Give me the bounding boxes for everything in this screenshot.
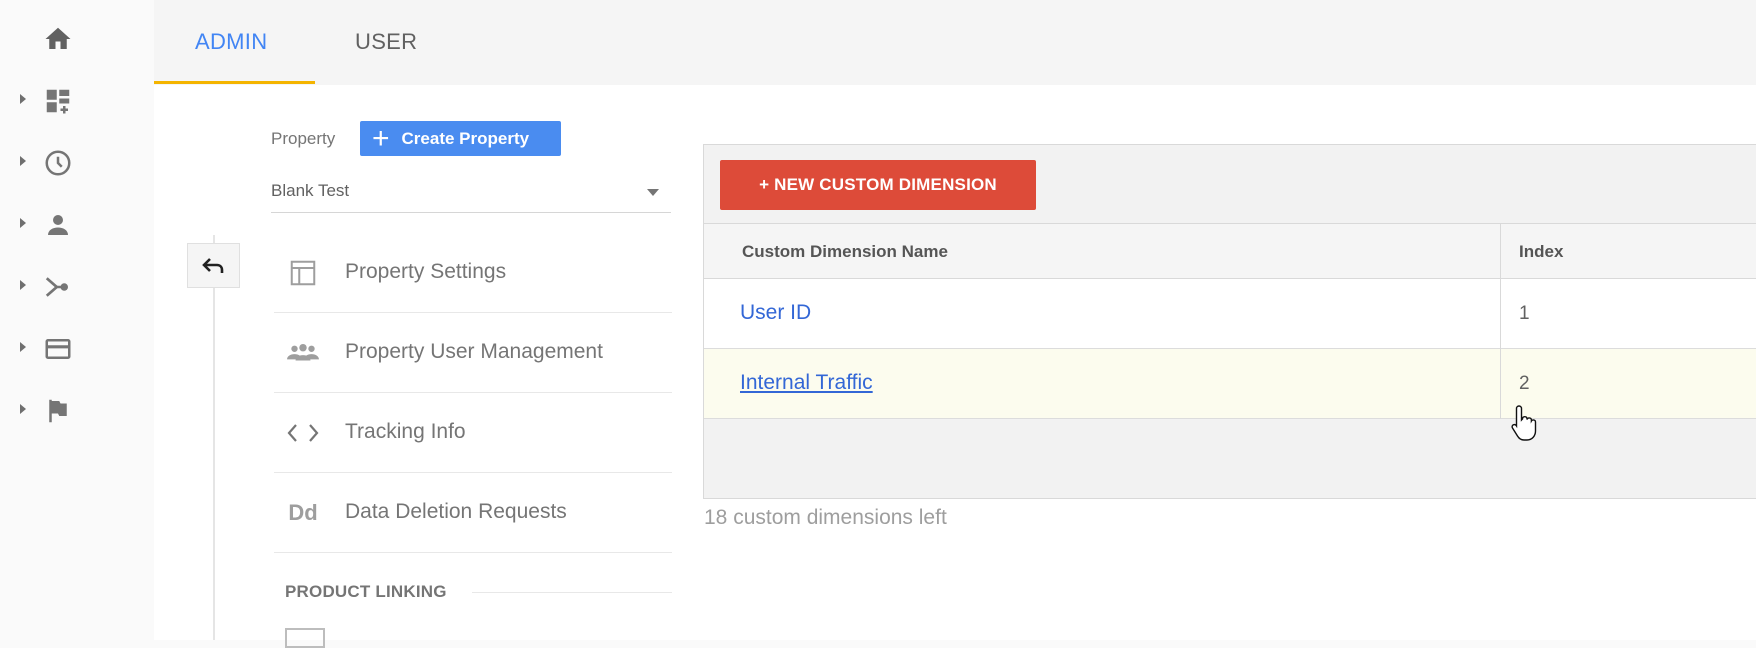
nav-item-label: Data Deletion Requests bbox=[345, 500, 567, 523]
nav-item-label: Property User Management bbox=[345, 340, 603, 363]
nav-item-label: Tracking Info bbox=[345, 420, 466, 443]
person-icon bbox=[48, 215, 68, 235]
table-row: Internal Traffic 2 bbox=[704, 349, 1756, 419]
partial-nav-icon bbox=[285, 628, 325, 648]
rail-customization[interactable] bbox=[0, 70, 154, 130]
active-tab-indicator bbox=[154, 81, 315, 84]
table-row: User ID 1 bbox=[704, 279, 1756, 349]
rail-home[interactable] bbox=[0, 8, 154, 68]
rail-audience[interactable] bbox=[0, 194, 154, 254]
expand-arrow-icon bbox=[20, 404, 26, 414]
nav-item-property-user-management[interactable]: Property User Management bbox=[274, 312, 672, 393]
nav-item-label: Property Settings bbox=[345, 260, 507, 283]
expand-arrow-icon bbox=[20, 156, 26, 166]
create-property-label: Create Property bbox=[401, 128, 530, 148]
flag-icon bbox=[49, 399, 67, 423]
expand-arrow-icon bbox=[20, 218, 26, 228]
tab-admin[interactable]: ADMIN bbox=[195, 29, 267, 55]
column-header-index[interactable]: Index bbox=[1519, 242, 1563, 262]
expand-arrow-icon bbox=[20, 280, 26, 290]
dimension-name-link[interactable]: User ID bbox=[740, 301, 811, 325]
acquisition-icon bbox=[45, 277, 68, 297]
rail-acquisition[interactable] bbox=[0, 256, 154, 316]
section-divider bbox=[472, 592, 672, 593]
rail-conversions[interactable] bbox=[0, 380, 154, 440]
column-divider bbox=[1500, 223, 1501, 419]
top-tab-bar: ADMIN USER bbox=[154, 0, 1756, 85]
dimension-name-link[interactable]: Internal Traffic bbox=[740, 371, 873, 395]
users-icon bbox=[286, 336, 320, 370]
dropdown-caret-icon bbox=[647, 189, 659, 196]
dashboard-icon bbox=[46, 89, 70, 114]
code-icon bbox=[286, 416, 320, 450]
rail-behavior[interactable] bbox=[0, 318, 154, 378]
back-button[interactable] bbox=[187, 243, 240, 288]
plus-icon: + bbox=[372, 121, 390, 155]
dimension-index: 1 bbox=[1519, 303, 1530, 324]
tab-user[interactable]: USER bbox=[355, 29, 417, 55]
create-property-button[interactable]: + Create Property bbox=[360, 121, 561, 156]
dimension-index: 2 bbox=[1519, 373, 1530, 394]
property-select-value: Blank Test bbox=[271, 181, 350, 200]
clock-icon bbox=[45, 150, 71, 176]
column-divider-line bbox=[213, 235, 215, 640]
table-header: Custom Dimension Name Index bbox=[704, 223, 1756, 279]
column-header-name[interactable]: Custom Dimension Name bbox=[742, 242, 948, 262]
left-rail bbox=[0, 0, 154, 640]
property-select[interactable]: Blank Test bbox=[271, 176, 671, 213]
expand-arrow-icon bbox=[20, 94, 26, 104]
rail-realtime[interactable] bbox=[0, 132, 154, 192]
nav-item-tracking-info[interactable]: Tracking Info bbox=[274, 392, 672, 473]
nav-item-property-settings[interactable]: Property Settings bbox=[274, 232, 672, 313]
home-icon bbox=[45, 27, 71, 49]
property-settings-icon bbox=[286, 256, 320, 290]
hand-cursor-icon bbox=[1511, 405, 1537, 441]
dd-icon: Dd bbox=[288, 500, 318, 525]
remaining-dimensions-note: 18 custom dimensions left bbox=[704, 506, 947, 529]
back-arrow-icon bbox=[202, 258, 224, 273]
property-label: Property bbox=[271, 129, 336, 148]
nav-item-data-deletion-requests[interactable]: Dd Data Deletion Requests bbox=[274, 472, 672, 553]
section-heading-product-linking: PRODUCT LINKING bbox=[285, 582, 447, 601]
new-custom-dimension-button[interactable]: + NEW CUSTOM DIMENSION bbox=[720, 160, 1036, 210]
behavior-icon bbox=[45, 339, 71, 359]
expand-arrow-icon bbox=[20, 342, 26, 352]
